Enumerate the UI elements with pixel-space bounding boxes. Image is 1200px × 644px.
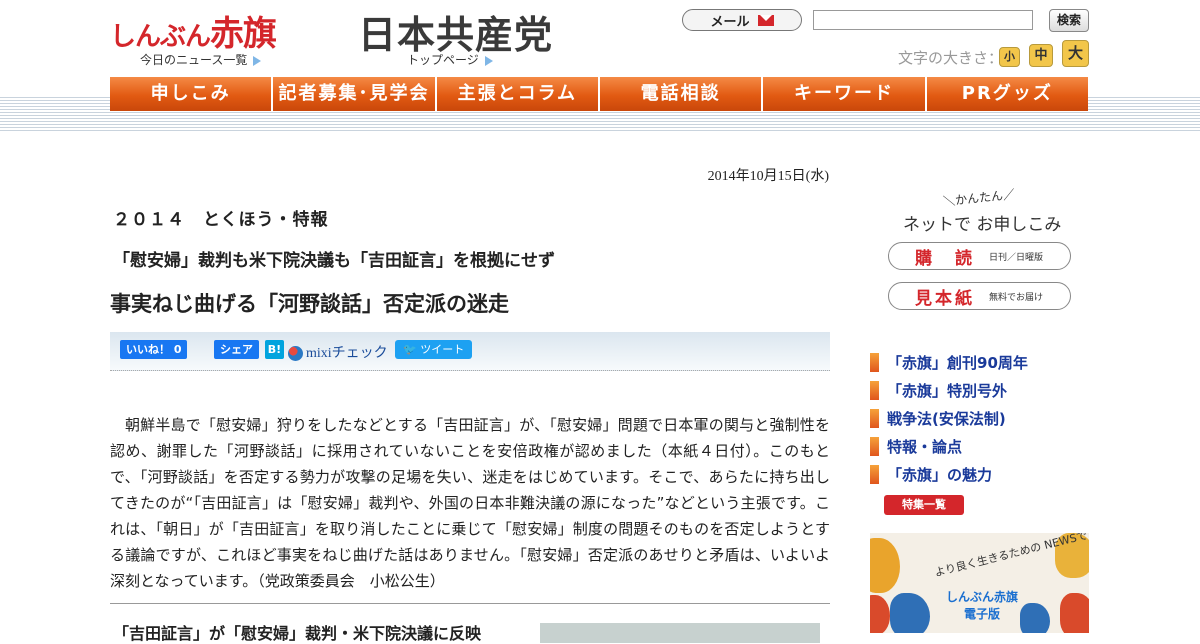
- banner-title: しんぶん赤旗 電子版: [946, 589, 1018, 623]
- sidebar-link-label: 「赤旗」の魅力: [887, 466, 993, 484]
- article-date: 2014年10月15日(水): [707, 169, 829, 184]
- bullet-icon: [870, 381, 879, 400]
- feature-list-button[interactable]: 特集一覧: [884, 495, 964, 515]
- mixi-icon: [288, 346, 303, 362]
- kantan-text: かんたん: [954, 188, 1004, 208]
- sample-label: 見本紙: [915, 288, 975, 309]
- banner-title-line2: 電子版: [964, 607, 1001, 621]
- sidebar-link-extra[interactable]: 「赤旗」特別号外: [870, 380, 1007, 401]
- tweet-button[interactable]: 🐦 ツイート: [395, 340, 473, 359]
- top-page-label: トップページ: [407, 53, 479, 67]
- nav-item-keyword[interactable]: キーワード: [763, 77, 927, 111]
- sidebar-link-label: 戦争法(安保法制): [887, 410, 1006, 428]
- sidebar-link-label: 「赤旗」創刊90周年: [887, 354, 1028, 372]
- digital-edition-banner[interactable]: より良く生きるための NEWSです。 しんぶん赤旗 電子版: [870, 533, 1089, 633]
- nav-item-recruit[interactable]: 記者募集･見学会: [273, 77, 437, 111]
- banner-shape: [1020, 603, 1050, 633]
- akahata-logo[interactable]: しんぶん赤旗: [110, 6, 277, 55]
- article-body: 朝鮮半島で「慰安婦」狩りをしたなどとする「吉田証言」が、「慰安婦」問題で日本軍の…: [110, 416, 830, 590]
- article-subtitle: 「慰安婦」裁判も米下院決議も「吉田証言」を根拠にせず: [113, 251, 555, 271]
- nav-item-apply[interactable]: 申しこみ: [110, 77, 274, 111]
- mail-button[interactable]: メール: [682, 9, 802, 31]
- banner-title-line1: しんぶん赤旗: [946, 590, 1019, 604]
- arrow-right-icon: [484, 55, 493, 66]
- subscribe-note: 日刊／日曜版: [989, 252, 1044, 263]
- social-bar: いいね！ 0 シェア B! mixiチェック 🐦 ツイート: [110, 332, 830, 371]
- banner-shape: [870, 595, 890, 633]
- sidebar-link-90th[interactable]: 「赤旗」創刊90周年: [870, 352, 1028, 373]
- envelope-icon: [757, 14, 774, 26]
- section-divider: [110, 603, 830, 604]
- sample-paper-button[interactable]: 見本紙 無料でお届け: [888, 282, 1071, 310]
- tweet-label: ツイート: [420, 343, 465, 356]
- main-nav: 申しこみ 記者募集･見学会 主張とコラム 電話相談 キーワード PRグッズ: [110, 77, 1088, 111]
- section-heading: 「吉田証言」が「慰安婦」裁判・米下院決議に反映: [113, 624, 482, 643]
- bullet-icon: [870, 409, 879, 428]
- article-title: 事実ねじ曲げる「河野談話」否定派の迷走: [110, 292, 509, 316]
- top-page-link[interactable]: トップページ: [407, 51, 493, 68]
- sidebar-link-war-law[interactable]: 戦争法(安保法制): [870, 408, 1006, 429]
- banner-shape: [1060, 593, 1089, 633]
- akahata-logo-lead: しんぶん: [110, 22, 211, 52]
- mixi-label: mixiチェック: [306, 346, 388, 361]
- subscribe-label: 購 読: [915, 248, 975, 269]
- sample-note: 無料でお届け: [989, 292, 1044, 303]
- mail-label: メール: [710, 14, 750, 30]
- bullet-icon: [870, 437, 879, 456]
- search-input[interactable]: [813, 10, 1033, 30]
- news-list-link[interactable]: 今日のニュース一覧: [140, 51, 262, 68]
- font-size-large-button[interactable]: 大: [1062, 40, 1089, 67]
- article-series: ２０１４ とくほう・特報: [113, 210, 329, 230]
- like-label: いいね！ 0: [126, 343, 182, 356]
- net-apply-label: ネットで お申しこみ: [903, 215, 1062, 235]
- banner-shape: [890, 593, 930, 633]
- sidebar-link-tokuho[interactable]: 特報・論点: [870, 436, 962, 457]
- font-size-medium-button[interactable]: 中: [1029, 44, 1053, 67]
- mixi-check-button[interactable]: mixiチェック: [288, 342, 388, 362]
- subscribe-button[interactable]: 購 読 日刊／日曜版: [888, 242, 1071, 270]
- search-button[interactable]: 検索: [1049, 9, 1089, 32]
- nav-item-phone[interactable]: 電話相談: [599, 77, 764, 111]
- bullet-icon: [870, 465, 879, 484]
- nav-item-editorial[interactable]: 主張とコラム: [436, 77, 600, 111]
- sidebar-link-label: 特報・論点: [887, 438, 963, 456]
- banner-shape: [870, 538, 900, 593]
- bird-icon: 🐦: [403, 343, 417, 356]
- article-photo: [540, 623, 820, 643]
- font-size-label: 文字の大きさ：: [898, 49, 1004, 67]
- sidebar-link-charm[interactable]: 「赤旗」の魅力: [870, 464, 992, 485]
- sidebar-link-label: 「赤旗」特別号外: [887, 382, 1008, 400]
- hatena-bookmark-button[interactable]: B!: [265, 340, 284, 359]
- font-size-small-button[interactable]: 小: [999, 47, 1020, 67]
- news-list-label: 今日のニュース一覧: [140, 53, 248, 67]
- arrow-right-icon: [253, 55, 262, 66]
- kantan-label: ＼かんたん／: [942, 187, 1016, 209]
- bullet-icon: [870, 353, 879, 372]
- facebook-share-button[interactable]: シェア: [214, 340, 259, 359]
- nav-item-goods[interactable]: PRグッズ: [926, 77, 1088, 111]
- facebook-like-button[interactable]: いいね！ 0: [120, 340, 188, 359]
- akahata-logo-main: 赤旗: [210, 14, 277, 54]
